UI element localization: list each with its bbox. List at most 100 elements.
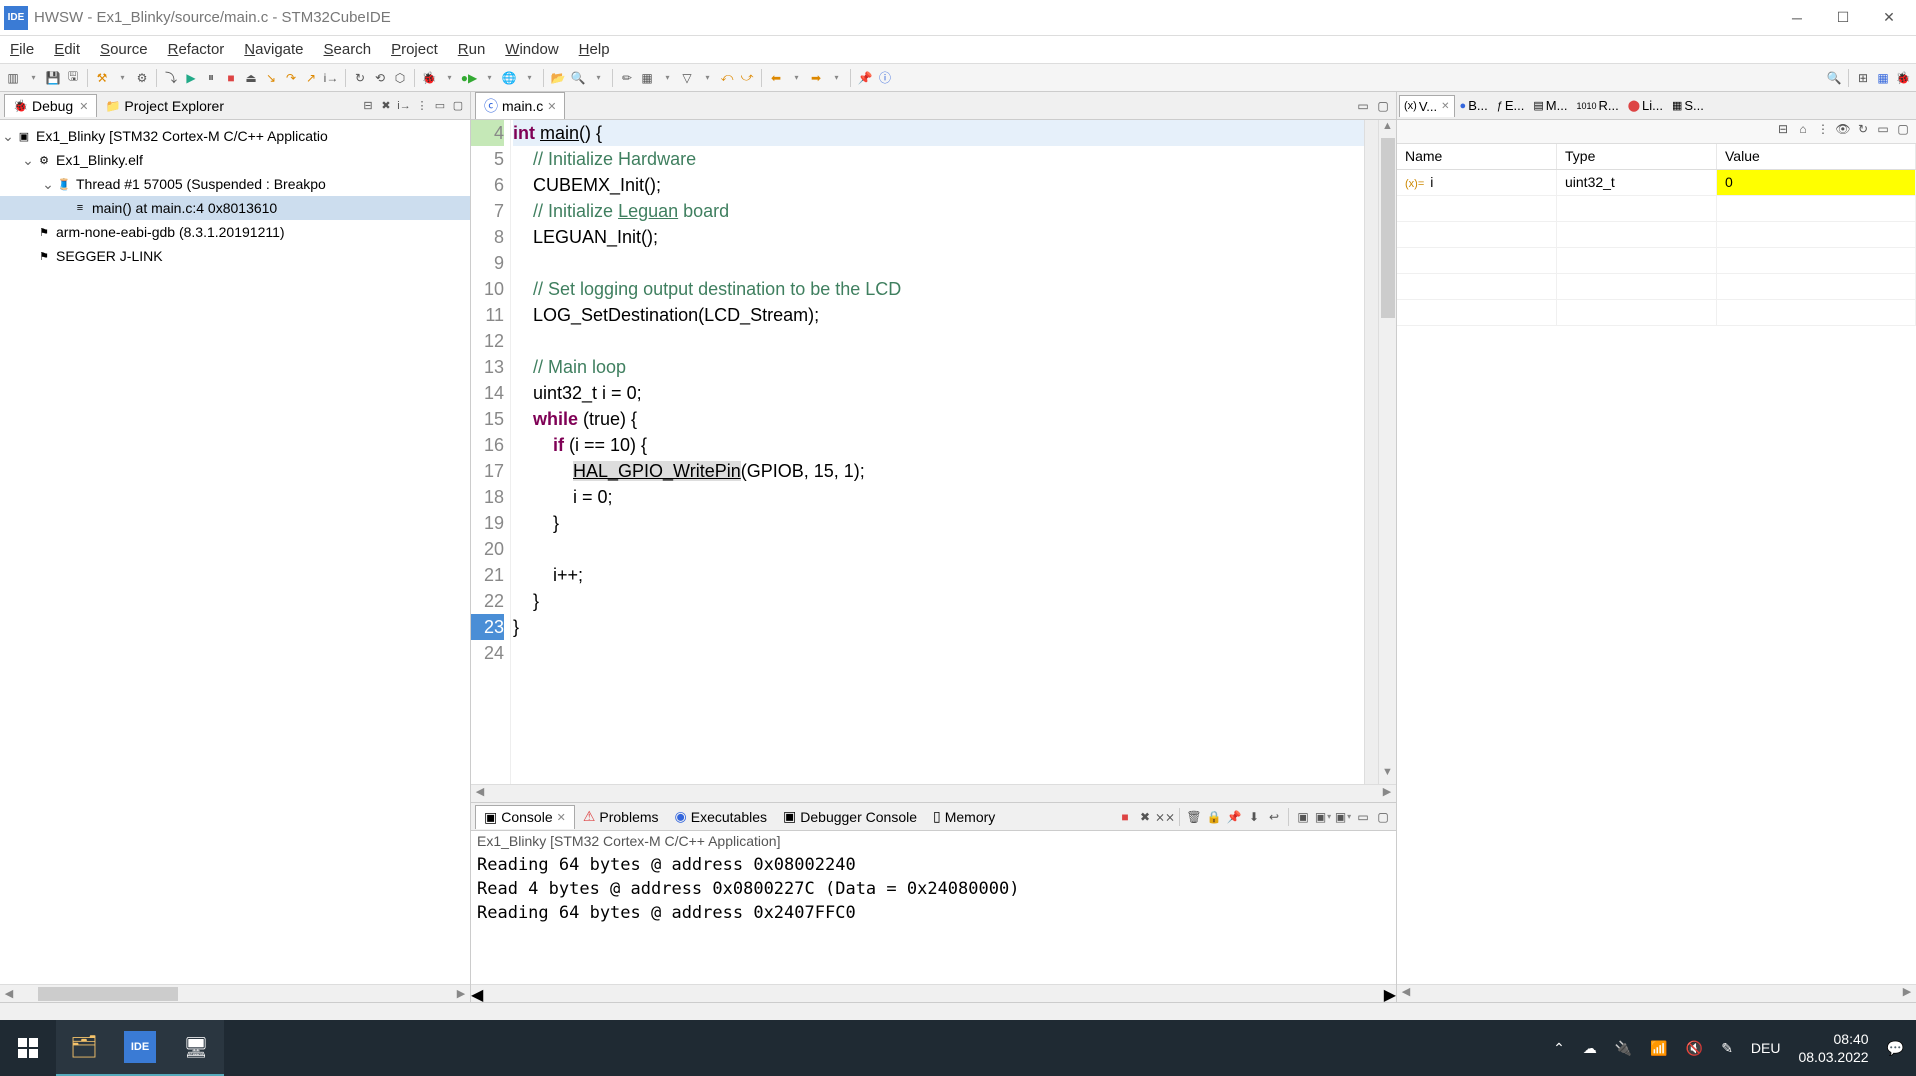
vars-hscrollbar[interactable]: ◀▶ bbox=[1397, 984, 1916, 1002]
tab-project-explorer[interactable]: 📁 Project Explorer bbox=[97, 95, 232, 117]
save-icon[interactable]: 💾 bbox=[44, 69, 62, 87]
var-menu-icon[interactable]: ⋮ bbox=[1814, 120, 1832, 138]
tab-memory[interactable]: ▯ Memory bbox=[925, 805, 1003, 828]
tree-stackframe[interactable]: ≡ main() at main.c:4 0x8013610 bbox=[0, 196, 470, 220]
line-gutter[interactable]: 456789101112131415161718192021222324 bbox=[471, 120, 511, 784]
perspective-debug-icon[interactable]: 🐞 bbox=[1894, 69, 1912, 87]
run-dropdown[interactable] bbox=[480, 69, 498, 87]
info-icon[interactable]: ⓘ bbox=[876, 69, 894, 87]
var-refresh-icon[interactable]: ↻ bbox=[1854, 120, 1872, 138]
editor-hscrollbar[interactable]: ◀▶ bbox=[471, 784, 1396, 802]
tab-modules[interactable]: ▤M... bbox=[1529, 95, 1571, 116]
clock[interactable]: 08:40 08.03.2022 bbox=[1798, 1030, 1868, 1066]
close-icon[interactable]: ✕ bbox=[79, 100, 88, 113]
minimize-button[interactable]: ─ bbox=[1774, 3, 1820, 33]
variable-row[interactable]: (x)=i uint32_t 0 bbox=[1397, 170, 1916, 196]
menu-edit[interactable]: Edit bbox=[44, 37, 90, 62]
con-scroll-icon[interactable]: ⬇ bbox=[1245, 808, 1263, 826]
editor-max-icon[interactable]: ▢ bbox=[1374, 97, 1392, 115]
var-min-icon[interactable]: ▭ bbox=[1874, 120, 1892, 138]
quick-access-icon[interactable]: 🔍 bbox=[1825, 69, 1843, 87]
editor-body[interactable]: 456789101112131415161718192021222324 int… bbox=[471, 120, 1396, 784]
open-type-icon[interactable]: 📂 bbox=[549, 69, 567, 87]
search-dropdown[interactable] bbox=[589, 69, 607, 87]
menu-file[interactable]: File bbox=[0, 37, 44, 62]
var-max-icon[interactable]: ▢ bbox=[1894, 120, 1912, 138]
editor-min-icon[interactable]: ▭ bbox=[1354, 97, 1372, 115]
con-wrap-icon[interactable]: ↩ bbox=[1265, 808, 1283, 826]
maximize-button[interactable]: ☐ bbox=[1820, 3, 1866, 33]
con-terminate-icon[interactable]: ■ bbox=[1116, 808, 1134, 826]
pause-icon[interactable]: ⏸ bbox=[202, 69, 220, 87]
language-indicator[interactable]: DEU bbox=[1751, 1040, 1781, 1056]
var-home-icon[interactable]: ⌂ bbox=[1794, 120, 1812, 138]
tab-sfr[interactable]: ▦S... bbox=[1668, 95, 1708, 116]
tree-elf[interactable]: ⌄⚙ Ex1_Blinky.elf bbox=[0, 148, 470, 172]
close-icon[interactable]: ✕ bbox=[557, 811, 566, 824]
run-icon[interactable]: ●▶ bbox=[460, 69, 478, 87]
menu-window[interactable]: Window bbox=[495, 37, 568, 62]
taskbar-sharex[interactable]: 🖥 bbox=[168, 1020, 224, 1076]
con-lock-icon[interactable]: 🔒 bbox=[1205, 808, 1223, 826]
tab-expressions[interactable]: ƒE... bbox=[1493, 95, 1529, 116]
restart-icon[interactable]: ↻ bbox=[351, 69, 369, 87]
back-dropdown[interactable] bbox=[787, 69, 805, 87]
perspective-open-icon[interactable]: ⊞ bbox=[1854, 69, 1872, 87]
con-new-dropdown[interactable]: ▣ bbox=[1334, 808, 1352, 826]
menu-refactor[interactable]: Refactor bbox=[158, 37, 235, 62]
pen-icon[interactable]: ✎ bbox=[1721, 1040, 1733, 1057]
console-hscrollbar[interactable]: ◀▶ bbox=[471, 984, 1396, 1002]
con-open-icon[interactable]: ▣ bbox=[1294, 808, 1312, 826]
col-name[interactable]: Name bbox=[1397, 144, 1557, 169]
wifi-icon[interactable]: 📶 bbox=[1650, 1040, 1667, 1057]
build-target-icon[interactable]: ⚙ bbox=[133, 69, 151, 87]
minimize-panel-icon[interactable]: ▭ bbox=[432, 98, 448, 114]
taskbar-ide[interactable]: IDE bbox=[112, 1020, 168, 1076]
code-area[interactable]: int main() { // Initialize Hardware CUBE… bbox=[511, 120, 1364, 784]
reset-icon[interactable]: ⟲ bbox=[371, 69, 389, 87]
resume-icon[interactable]: ▶ bbox=[182, 69, 200, 87]
overview-ruler[interactable] bbox=[1364, 120, 1378, 784]
wand-icon[interactable]: ✏ bbox=[618, 69, 636, 87]
col-type[interactable]: Type bbox=[1557, 144, 1717, 169]
tab-registers[interactable]: 1010R... bbox=[1572, 95, 1622, 116]
tab-debugger-console[interactable]: ▣ Debugger Console bbox=[775, 805, 925, 828]
debug-hscrollbar[interactable]: ◀▶ bbox=[0, 984, 470, 1002]
step-into-icon[interactable]: ↘ bbox=[262, 69, 280, 87]
coverage-dropdown[interactable] bbox=[520, 69, 538, 87]
forward-icon[interactable]: ➡ bbox=[807, 69, 825, 87]
forward-dropdown[interactable] bbox=[827, 69, 845, 87]
close-icon[interactable]: ✕ bbox=[547, 100, 556, 113]
var-watch-icon[interactable]: 👁 bbox=[1834, 120, 1852, 138]
menu-search[interactable]: Search bbox=[314, 37, 382, 62]
tab-problems[interactable]: ⚠ Problems bbox=[575, 805, 667, 828]
save-all-icon[interactable]: 🖫 bbox=[64, 69, 82, 87]
menu-run[interactable]: Run bbox=[448, 37, 496, 62]
debug-icon[interactable]: 🐞 bbox=[420, 69, 438, 87]
step-return-icon[interactable]: ↗ bbox=[302, 69, 320, 87]
editor-tab-main-c[interactable]: ⓒ main.c ✕ bbox=[475, 92, 565, 119]
tree-jlink[interactable]: ⚑ SEGGER J-LINK bbox=[0, 244, 470, 268]
con-remove-icon[interactable]: ✖ bbox=[1136, 808, 1154, 826]
disconnect-icon[interactable]: ⏏ bbox=[242, 69, 260, 87]
pin-icon[interactable]: 📌 bbox=[856, 69, 874, 87]
terminate-icon[interactable]: ■ bbox=[222, 69, 240, 87]
filter-dropdown[interactable] bbox=[698, 69, 716, 87]
var-collapse-icon[interactable]: ⊟ bbox=[1774, 120, 1792, 138]
tab-variables[interactable]: (x)V...✕ bbox=[1399, 95, 1455, 117]
step-over-icon[interactable]: ↷ bbox=[282, 69, 300, 87]
toggle-dropdown[interactable] bbox=[658, 69, 676, 87]
menu-help[interactable]: Help bbox=[569, 37, 620, 62]
onedrive-icon[interactable]: ☁ bbox=[1583, 1040, 1597, 1057]
search-toolbar-icon[interactable]: 🔍 bbox=[569, 69, 587, 87]
col-value[interactable]: Value bbox=[1717, 144, 1916, 169]
chevron-up-icon[interactable]: ⌃ bbox=[1553, 1040, 1565, 1057]
back-icon[interactable]: ⬅ bbox=[767, 69, 785, 87]
con-min-icon[interactable]: ▭ bbox=[1354, 808, 1372, 826]
step-icon[interactable]: i→ bbox=[396, 98, 412, 114]
tab-executables[interactable]: ◉ Executables bbox=[667, 805, 776, 828]
instruction-step-icon[interactable]: i→ bbox=[322, 69, 340, 87]
new-icon[interactable]: ▥ bbox=[4, 69, 22, 87]
tree-thread[interactable]: ⌄🧵 Thread #1 57005 (Suspended : Breakpo bbox=[0, 172, 470, 196]
nav-back-icon[interactable]: ⤺ bbox=[718, 69, 736, 87]
